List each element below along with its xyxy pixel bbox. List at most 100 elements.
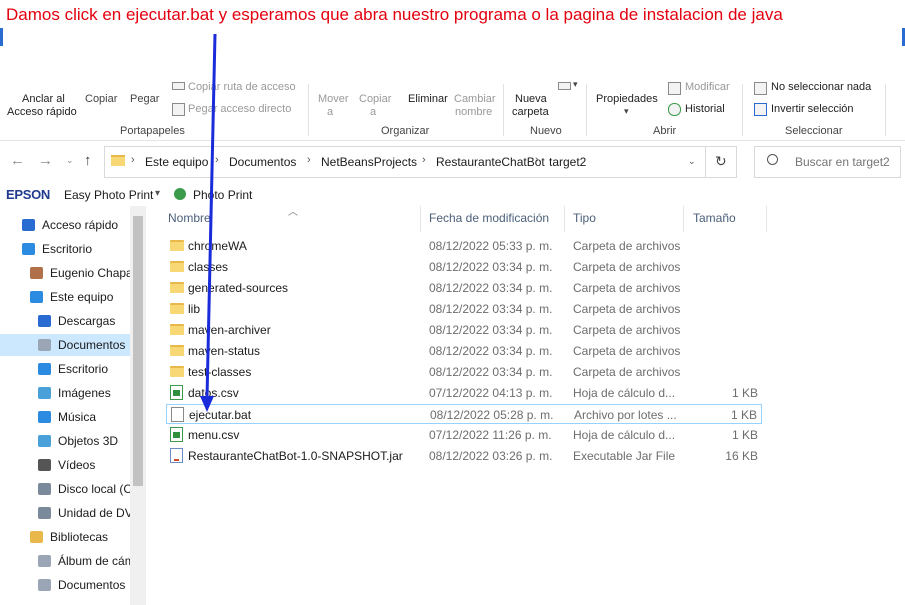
photo-print-button[interactable]: Photo Print [193,188,252,202]
annotation-banner: Damos click en ejecutar.bat y esperamos … [0,0,905,82]
move-to-sub: a [327,106,334,118]
crumb-restaurantechatbot[interactable]: RestauranteChatBot [436,155,545,169]
nav-item-label: Acceso rápido [42,218,119,232]
file-row[interactable]: RestauranteChatBot-1.0-SNAPSHOT.jar 08/12… [166,446,762,466]
file-type: Carpeta de archivos [573,260,681,274]
forward-arrow-icon[interactable]: → [38,152,53,169]
column-header-name[interactable]: Nombre [168,211,211,225]
crumb-target2[interactable]: target2 [549,155,586,169]
photo-print-icon [174,188,186,200]
nav-item[interactable]: Bibliotecas [0,526,130,548]
column-header-date[interactable]: Fecha de modificación [429,211,549,225]
epson-toolbar: EPSON Easy Photo Print ▾ Photo Print [0,184,905,206]
nav-item[interactable]: Descargas [0,310,130,332]
file-row[interactable]: datos.csv 07/12/2022 04:13 p. m. Hoja de c… [166,383,762,403]
search-input[interactable] [795,155,895,169]
file-row[interactable]: maven-status 08/12/2022 03:34 p. m. Carpet… [166,341,762,361]
file-size: 1 KB [731,428,758,442]
recent-locations-icon[interactable]: ⌄ [66,155,74,166]
back-arrow-icon[interactable]: ← [10,152,25,169]
nav-item[interactable]: Disco local (C:) [0,478,130,500]
new-item-dropdown-icon[interactable]: ▾ [573,79,578,90]
nav-item-label: Música [58,410,97,424]
crumb-este-equipo[interactable]: Este equipo [145,155,208,169]
nav-item[interactable]: Imágenes [0,382,130,404]
rename-button[interactable]: Cambiar [454,93,496,105]
file-date: 08/12/2022 05:33 p. m. [429,239,553,253]
crumb-documentos[interactable]: Documentos [229,155,296,169]
folder-icon [170,345,184,356]
nav-item[interactable]: Documentos [0,574,130,596]
paste-shortcut-button[interactable]: Pegar acceso directo [188,103,291,115]
new-folder-button[interactable]: Nueva [515,93,547,105]
select-none-button[interactable]: No seleccionar nada [771,81,871,93]
epson-dropdown-icon[interactable]: ▾ [155,188,160,199]
nav-item[interactable]: Unidad de DVD [0,502,130,524]
open-group-label: Abrir [653,125,677,137]
file-type: Carpeta de archivos [573,302,681,316]
column-header-type[interactable]: Tipo [573,211,596,225]
easy-photo-print-button[interactable]: Easy Photo Print [64,188,153,202]
file-name: lib [188,302,201,316]
column-separator[interactable] [683,206,684,232]
properties-button[interactable]: Propiedades [596,93,658,105]
nav-item[interactable]: Álbum de cámara [0,550,130,572]
file-row[interactable]: maven-archiver 08/12/2022 03:34 p. m. Carp… [166,320,762,340]
nav-item[interactable]: Música [0,406,130,428]
file-row[interactable]: ejecutar.bat 08/12/2022 05:28 p. m. Archiv… [166,404,762,424]
file-row[interactable]: test-classes 08/12/2022 03:34 p. m. Carpet… [166,362,762,382]
file-row[interactable]: lib 08/12/2022 03:34 p. m. Carpeta de arch… [166,299,762,319]
delete-button[interactable]: Eliminar [408,93,448,105]
nav-item-label: Disco local (C:) [58,482,130,496]
edit-button[interactable]: Modificar [685,81,730,93]
crumb-netbeansprojects[interactable]: NetBeansProjects [321,155,417,169]
nav-item[interactable]: Objetos 3D [0,430,130,452]
crumb-separator[interactable]: › [535,154,539,166]
nav-item[interactable]: Escritorio [0,358,130,380]
epson-logo: EPSON [6,187,51,202]
file-name: chromeWA [188,239,247,253]
invert-selection-button[interactable]: Invertir selección [771,103,854,115]
up-arrow-icon[interactable]: ↑ [84,152,92,169]
properties-dropdown-icon[interactable]: ▾ [624,106,629,117]
nav-scrollbar[interactable] [130,206,146,605]
pin-quick-access-button[interactable]: Anclar al [22,93,65,105]
copy-path-button[interactable]: Copiar ruta de acceso [188,81,296,93]
column-separator[interactable] [766,206,767,232]
nav-item-label: Unidad de DVD [58,506,130,520]
column-separator[interactable] [564,206,565,232]
file-row[interactable]: classes 08/12/2022 03:34 p. m. Carpeta de … [166,257,762,277]
history-button[interactable]: Historial [685,103,725,115]
crumb-separator[interactable]: › [422,154,426,166]
nav-item[interactable]: Escritorio [0,238,130,260]
file-date: 08/12/2022 03:34 p. m. [429,281,553,295]
paste-button[interactable]: Pegar [130,93,159,105]
nav-item[interactable]: Vídeos [0,454,130,476]
crumb-separator[interactable]: › [215,154,219,166]
address-box[interactable]: › Este equipo › Documentos › NetBeansPro… [104,146,706,178]
file-type: Hoja de cálculo d... [573,428,676,442]
file-row[interactable]: chromeWA 08/12/2022 05:33 p. m. Carpeta de… [166,236,762,256]
address-dropdown-icon[interactable]: ⌄ [688,156,696,167]
column-header-size[interactable]: Tamaño [693,211,736,225]
search-box[interactable] [754,146,901,178]
copy-to-button[interactable]: Copiar [359,93,391,105]
sort-ascending-icon: ︿ [288,207,298,218]
nav-scrollbar-thumb[interactable] [133,216,143,486]
file-row[interactable]: generated-sources 08/12/2022 03:34 p. m. C… [166,278,762,298]
file-type: Carpeta de archivos [573,365,681,379]
crumb-separator[interactable]: › [131,154,135,166]
file-row[interactable]: menu.csv 07/12/2022 11:26 p. m. Hoja de cá… [166,425,762,445]
copy-button[interactable]: Copiar [85,93,117,105]
desktop-icon [38,363,51,375]
file-date: 08/12/2022 03:34 p. m. [429,302,553,316]
refresh-icon: ↻ [715,153,727,169]
refresh-button[interactable]: ↻ [706,146,737,178]
crumb-separator[interactable]: › [307,154,311,166]
nav-item[interactable]: Documentos [0,334,130,356]
nav-item[interactable]: Acceso rápido [0,214,130,236]
column-separator[interactable] [420,206,421,232]
nav-item[interactable]: Este equipo [0,286,130,308]
move-to-button[interactable]: Mover [318,93,349,105]
nav-item[interactable]: Eugenio Chapa [0,262,130,284]
